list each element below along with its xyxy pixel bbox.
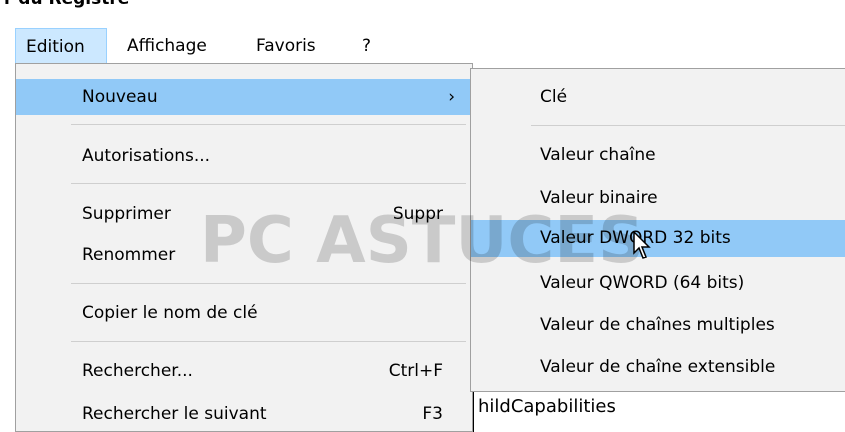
menu-item-label: Copier le nom de clé <box>82 303 258 323</box>
submenu-item-label: Valeur de chaînes multiples <box>540 315 775 335</box>
menu-item-nouveau[interactable]: Nouveau › <box>16 79 472 115</box>
menu-item-copier-nom-cle[interactable]: Copier le nom de clé <box>16 295 472 331</box>
menu-item-supprimer[interactable]: Supprimer Suppr <box>16 196 472 232</box>
submenu-item-valeur-binaire[interactable]: Valeur binaire <box>471 180 845 216</box>
submenu-item-valeur-dword[interactable]: Valeur DWORD 32 bits <box>471 220 845 257</box>
menu-item-shortcut: Suppr <box>392 204 443 224</box>
mouse-pointer-icon <box>633 231 651 259</box>
edition-dropdown: Nouveau › Autorisations... Supprimer Sup… <box>15 63 473 432</box>
menu-separator <box>531 125 845 126</box>
menu-item-rechercher-suivant[interactable]: Rechercher le suivant F3 <box>16 396 472 432</box>
menu-item-renommer[interactable]: Renommer <box>16 237 472 273</box>
menu-item-label: Autorisations... <box>82 146 211 166</box>
submenu-arrow-icon: › <box>448 87 455 107</box>
menu-item-shortcut: Ctrl+F <box>388 361 443 381</box>
submenu-item-valeur-chaine[interactable]: Valeur chaîne <box>471 137 845 173</box>
value-list-entry[interactable]: hildCapabilities <box>478 396 616 417</box>
submenu-item-label: Valeur QWORD (64 bits) <box>540 273 745 293</box>
submenu-item-label: Valeur chaîne <box>540 145 656 165</box>
menu-separator <box>71 283 466 284</box>
menu-favoris[interactable]: Favoris <box>256 28 316 64</box>
menu-help[interactable]: ? <box>362 28 371 64</box>
menu-separator <box>71 183 466 184</box>
menu-item-label: Nouveau <box>82 87 158 107</box>
menu-separator <box>71 124 466 125</box>
menu-item-autorisations[interactable]: Autorisations... <box>16 138 472 174</box>
submenu-item-valeur-qword[interactable]: Valeur QWORD (64 bits) <box>471 265 845 301</box>
menu-item-label: Renommer <box>82 245 176 265</box>
menu-item-label: Supprimer <box>82 204 171 224</box>
submenu-item-valeur-chaines-multiples[interactable]: Valeur de chaînes multiples <box>471 307 845 343</box>
menu-item-label: Rechercher... <box>82 361 193 381</box>
window-title-bar: r du Registre <box>0 0 845 14</box>
submenu-item-valeur-chaine-extensible[interactable]: Valeur de chaîne extensible <box>471 349 845 385</box>
menu-item-shortcut: F3 <box>422 404 443 424</box>
menu-bar: Edition Affichage Favoris ? <box>0 28 845 64</box>
submenu-item-label: Valeur binaire <box>540 188 658 208</box>
submenu-item-label: Valeur de chaîne extensible <box>540 357 776 377</box>
menu-edition[interactable]: Edition <box>15 28 107 64</box>
menu-affichage[interactable]: Affichage <box>127 28 207 64</box>
nouveau-submenu: Clé Valeur chaîne Valeur binaire Valeur … <box>470 68 845 392</box>
window-title: r du Registre <box>4 0 129 9</box>
menu-item-rechercher[interactable]: Rechercher... Ctrl+F <box>16 353 472 389</box>
menu-separator <box>71 341 466 342</box>
submenu-item-cle[interactable]: Clé <box>471 79 845 115</box>
menu-item-label: Rechercher le suivant <box>82 404 267 424</box>
submenu-item-label: Clé <box>540 87 568 107</box>
